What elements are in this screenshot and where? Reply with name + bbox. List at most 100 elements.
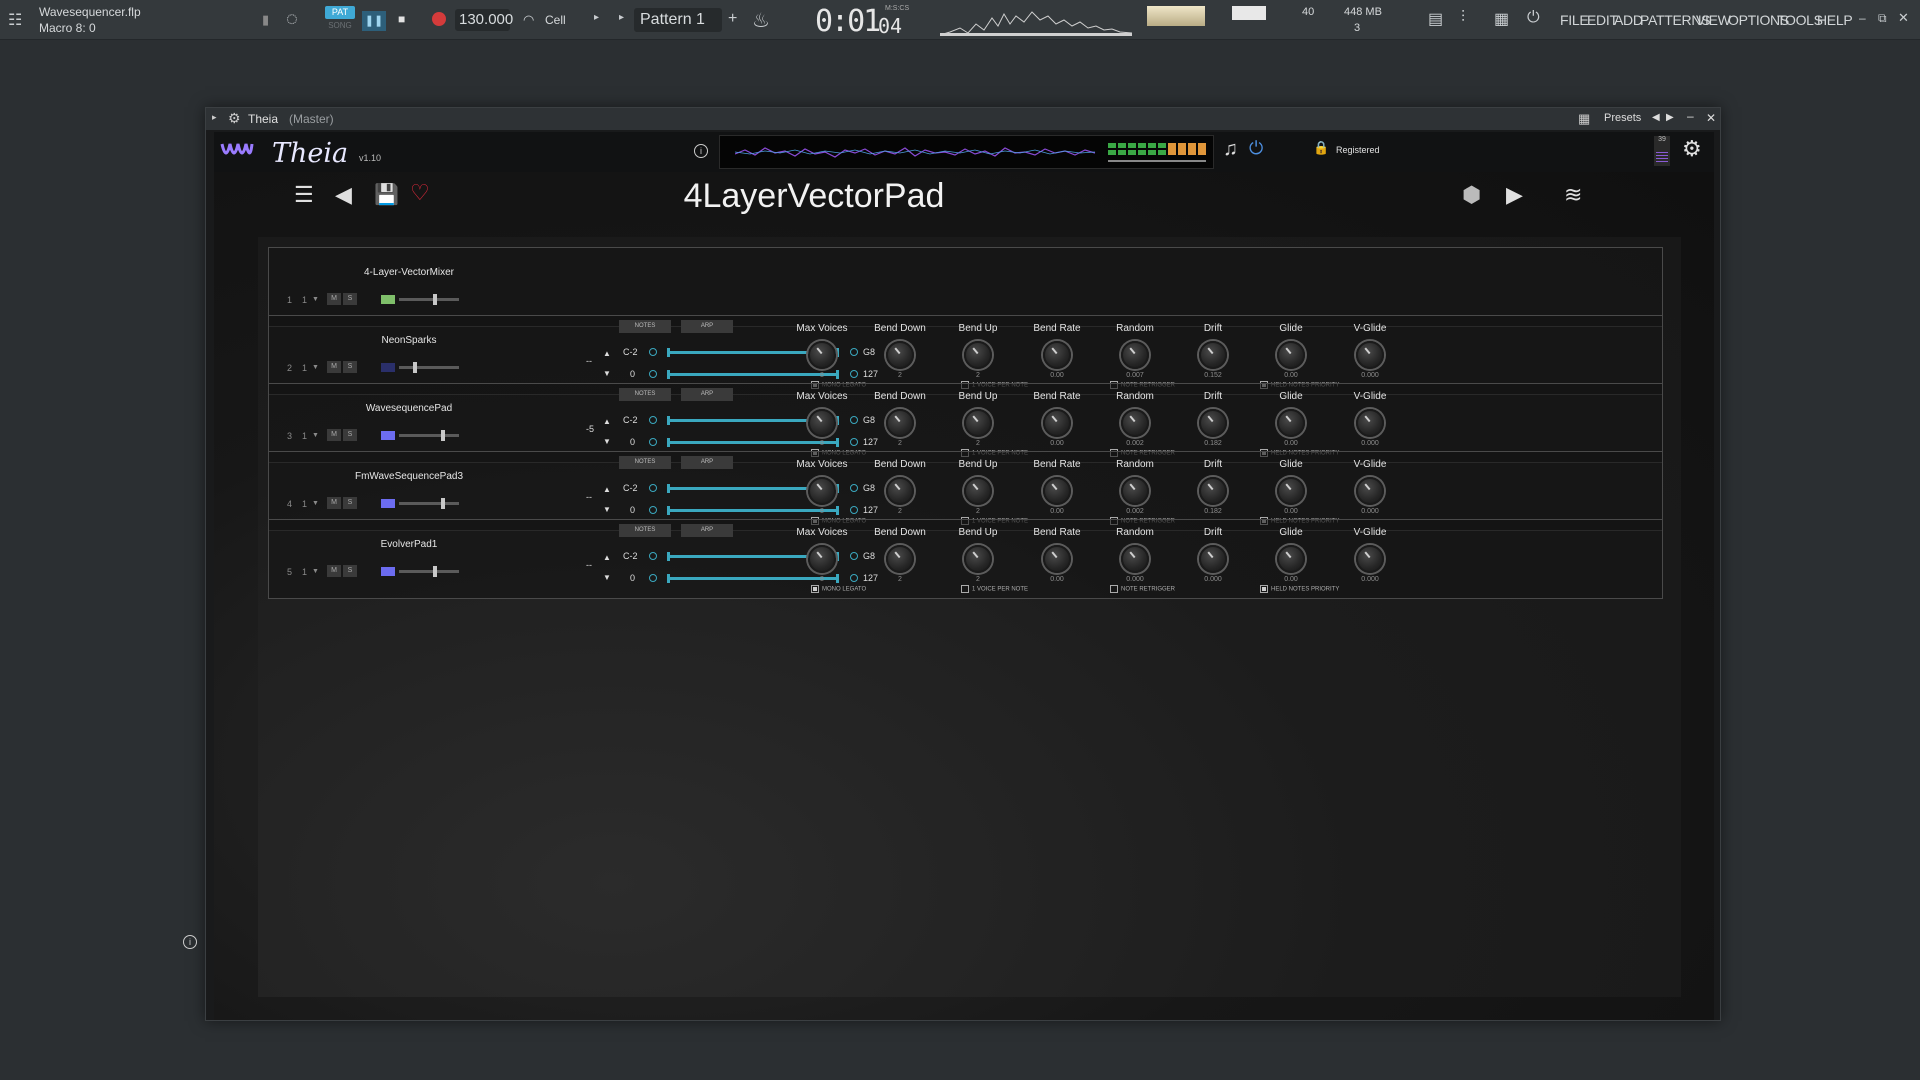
layer-midi-channel[interactable]: 1 [302,363,307,373]
param-knob[interactable] [1199,409,1227,437]
presets-label[interactable]: Presets [1604,112,1641,124]
checkbox-box[interactable] [1260,585,1268,593]
solo-button[interactable]: S [343,429,357,441]
velocity-low-handle[interactable] [649,574,657,582]
menu-add[interactable]: ADD [1614,12,1643,28]
snap-arrow-icon[interactable]: ▸ [594,12,599,23]
param-knob[interactable] [1356,409,1384,437]
power-toggle-icon[interactable]: ⏻ [1249,138,1263,159]
channel-rack-icon[interactable]: ▦ [1494,9,1509,29]
checkbox-box[interactable] [811,585,819,593]
transpose-down-icon[interactable]: ▼ [603,573,611,582]
settings-gear-icon[interactable]: ⚙ [1682,136,1702,162]
add-pattern-icon[interactable]: + [728,10,737,28]
plugin-title-bar[interactable]: ▸ ⚙ Theia (Master) ▦ Presets ◀ ▶ – ✕ [206,108,1720,130]
layer-color-swatch[interactable] [381,295,395,304]
next-preset-icon[interactable]: ▶ [1666,112,1674,123]
solo-button[interactable]: S [343,293,357,305]
window-minimize-icon[interactable]: – [1687,109,1694,123]
note-low-handle[interactable] [649,416,657,424]
layer-name[interactable]: FmWaveSequencePad3 [319,471,499,482]
transpose-down-icon[interactable]: ▼ [603,369,611,378]
solo-button[interactable]: S [343,565,357,577]
param-knob[interactable] [964,409,992,437]
loop-record-icon[interactable]: ◌ [286,8,298,31]
snap-selector[interactable]: Cell [545,13,566,27]
volume-handle[interactable] [413,362,417,373]
metronome-icon[interactable]: ♨ [752,8,770,33]
option-checkbox[interactable]: NOTE RETRIGGER [1110,585,1175,593]
layer-midi-channel[interactable]: 1 [302,431,307,441]
randomize-dice-icon[interactable]: ⬢ [1462,182,1481,208]
layer-color-swatch[interactable] [381,431,395,440]
param-knob[interactable] [964,477,992,505]
time-display[interactable]: 0:01 [815,4,881,39]
mute-button[interactable]: M [327,361,341,373]
minimize-icon[interactable]: – [1859,11,1866,25]
mute-button[interactable]: M [327,293,341,305]
mute-button[interactable]: M [327,497,341,509]
param-knob[interactable] [1121,341,1149,369]
transpose-up-icon[interactable]: ▲ [603,349,611,358]
browser-icon[interactable]: ▦ [1578,111,1590,127]
transpose-value[interactable]: -5 [586,424,594,434]
layer-name[interactable]: WavesequencePad [319,403,499,414]
note-low-handle[interactable] [649,552,657,560]
menu-view[interactable]: VIEW [1696,12,1731,28]
volume-handle[interactable] [433,294,437,305]
layer-volume-slider[interactable] [399,566,459,577]
layer-color-swatch[interactable] [381,499,395,508]
transpose-up-icon[interactable]: ▲ [603,485,611,494]
arp-button[interactable]: ARP [681,388,733,401]
hint-panel-icon[interactable]: ☷ [8,10,22,30]
velocity-low-handle[interactable] [649,370,657,378]
prev-preset-icon[interactable]: ◀ [1652,112,1660,123]
arp-button[interactable]: ARP [681,524,733,537]
menu-file[interactable]: FILE [1560,12,1589,28]
option-checkbox[interactable]: 1 VOICE PER NOTE [961,585,1028,593]
param-knob[interactable] [1277,545,1305,573]
layer-volume-slider[interactable] [399,362,459,373]
pause-button[interactable]: ❚❚ [362,11,386,31]
music-note-icon[interactable]: ♫ [1223,138,1238,161]
transpose-value[interactable]: -- [586,356,592,366]
notes-button[interactable]: NOTES [619,320,671,333]
layer-volume-slider[interactable] [399,294,459,305]
info-icon[interactable]: i [694,144,708,158]
metronome-small-icon[interactable]: ▮ [262,12,269,28]
window-close-icon[interactable]: ✕ [1706,111,1716,125]
notes-button[interactable]: NOTES [619,388,671,401]
layer-midi-channel[interactable]: 1 [302,295,307,305]
mixer-icon[interactable]: ⫶ [1461,9,1465,27]
channel-dropdown-icon[interactable]: ▼ [312,568,319,575]
option-checkbox[interactable]: MONO LEGATO [811,585,866,593]
velocity-low-handle[interactable] [649,438,657,446]
volume-handle[interactable] [441,498,445,509]
transpose-up-icon[interactable]: ▲ [603,417,611,426]
param-knob[interactable] [1356,545,1384,573]
song-mode-button[interactable]: SONG [325,21,355,33]
note-low-handle[interactable] [649,348,657,356]
note-low-handle[interactable] [649,484,657,492]
param-knob[interactable] [1043,341,1071,369]
stop-button[interactable]: ■ [398,12,405,26]
bottom-info-icon[interactable]: i [183,935,197,949]
param-knob[interactable] [886,545,914,573]
notes-button[interactable]: NOTES [619,456,671,469]
layer-midi-channel[interactable]: 1 [302,567,307,577]
notes-button[interactable]: NOTES [619,524,671,537]
transpose-up-icon[interactable]: ▲ [603,553,611,562]
layer-name[interactable]: EvolverPad1 [319,539,499,550]
layer-name[interactable]: 4-Layer-VectorMixer [319,267,499,278]
channel-dropdown-icon[interactable]: ▼ [312,364,319,371]
solo-button[interactable]: S [343,361,357,373]
param-knob[interactable] [808,477,836,505]
layer-name[interactable]: NeonSparks [319,335,499,346]
transpose-value[interactable]: -- [586,560,592,570]
param-knob[interactable] [886,341,914,369]
param-knob[interactable] [1356,477,1384,505]
tempo-display[interactable]: 130.000 [455,9,513,31]
channel-dropdown-icon[interactable]: ▼ [312,296,319,303]
solo-button[interactable]: S [343,497,357,509]
close-icon[interactable]: ✕ [1898,10,1909,26]
